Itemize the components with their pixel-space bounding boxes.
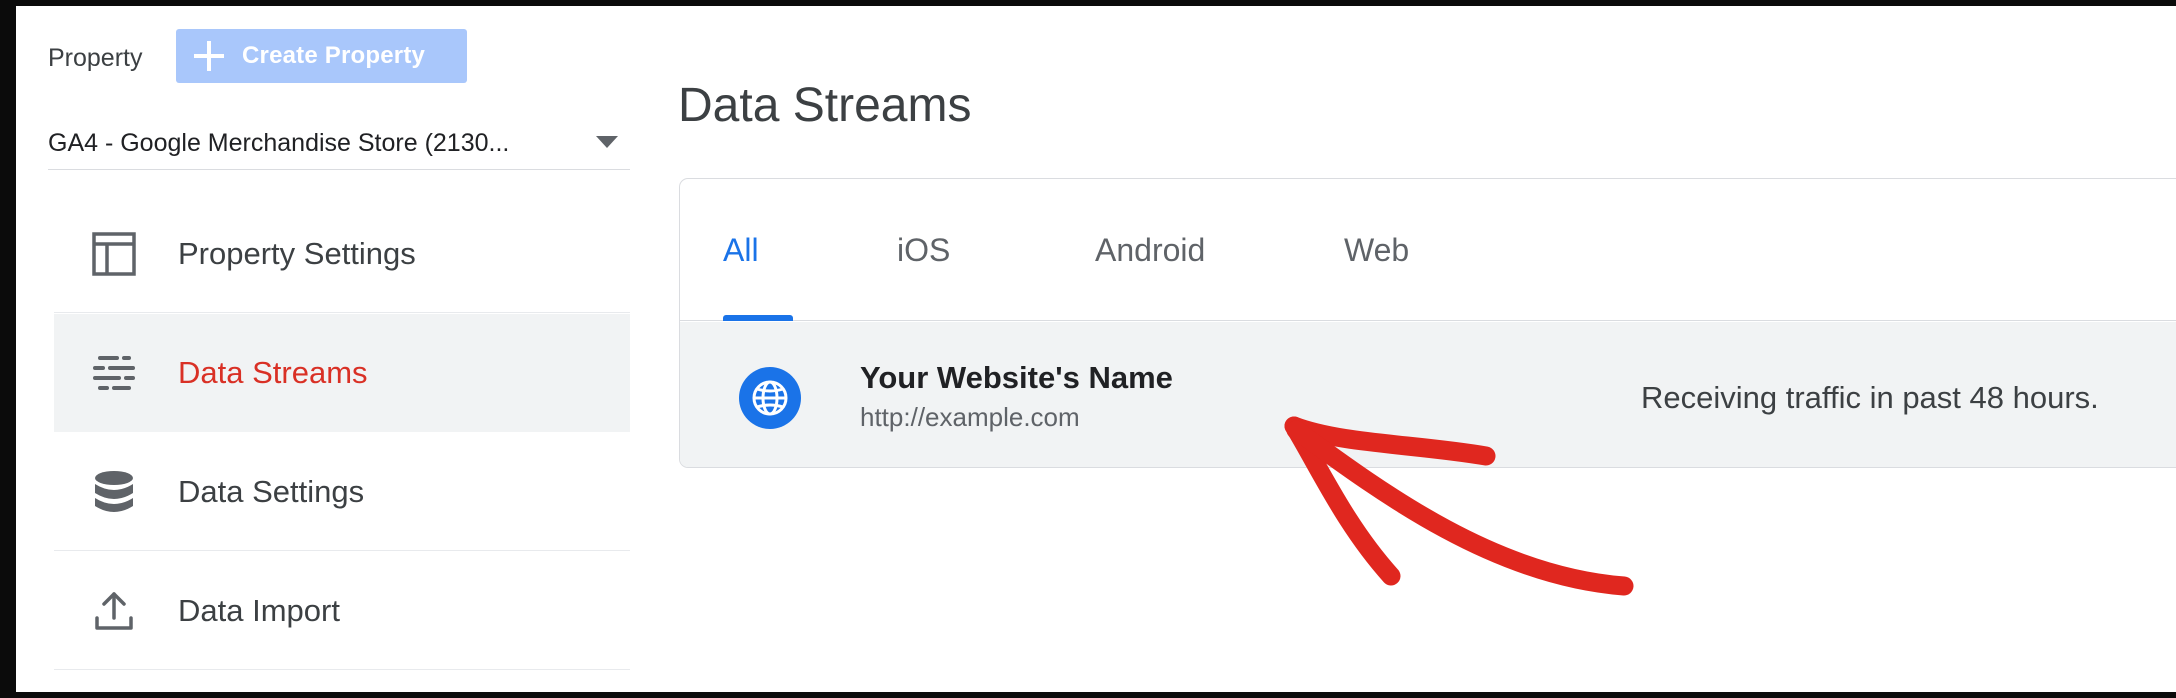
sidebar-item-data-import[interactable]: Data Import (54, 552, 630, 670)
stream-name: Your Website's Name (860, 360, 1173, 395)
sidebar-item-data-settings[interactable]: Data Settings (54, 433, 630, 551)
layout-icon (88, 228, 140, 280)
chevron-down-icon (596, 136, 618, 148)
stream-type-tabs: All iOS Android Web (680, 179, 2176, 321)
sidebar-item-label: Property Settings (178, 236, 416, 271)
sidebar-item-label: Data Settings (178, 474, 365, 509)
stream-status: Receiving traffic in past 48 hours. (1641, 380, 2099, 415)
sidebar-item-label: Data Streams (178, 355, 368, 390)
tab-web[interactable]: Web (1344, 179, 1409, 321)
sidebar-item-property-settings[interactable]: Property Settings (54, 195, 630, 313)
property-header: Property (48, 31, 142, 85)
active-tab-indicator (723, 315, 793, 321)
red-arrow-annotation (1284, 416, 1634, 596)
upload-icon (88, 585, 140, 637)
plus-icon (194, 41, 224, 71)
stream-url: http://example.com (860, 402, 1080, 432)
tab-ios[interactable]: iOS (897, 179, 950, 321)
data-streams-icon (88, 347, 140, 399)
property-selector[interactable]: GA4 - Google Merchandise Store (2130... (48, 118, 630, 170)
app-frame: Property Create Property GA4 - Google Me… (16, 6, 2176, 692)
globe-icon (739, 367, 801, 429)
create-property-label: Create Property (242, 42, 426, 69)
page-title: Data Streams (678, 79, 972, 132)
create-property-button[interactable]: Create Property (176, 29, 467, 83)
tab-android[interactable]: Android (1095, 179, 1205, 321)
sidebar-item-data-streams[interactable]: Data Streams (54, 314, 630, 432)
property-selector-value: GA4 - Google Merchandise Store (2130... (48, 129, 510, 157)
tab-all[interactable]: All (723, 179, 759, 321)
database-icon (88, 466, 140, 518)
sidebar-item-label: Data Import (178, 593, 340, 628)
sidebar: Property Create Property GA4 - Google Me… (16, 6, 630, 692)
property-label: Property (48, 43, 143, 72)
